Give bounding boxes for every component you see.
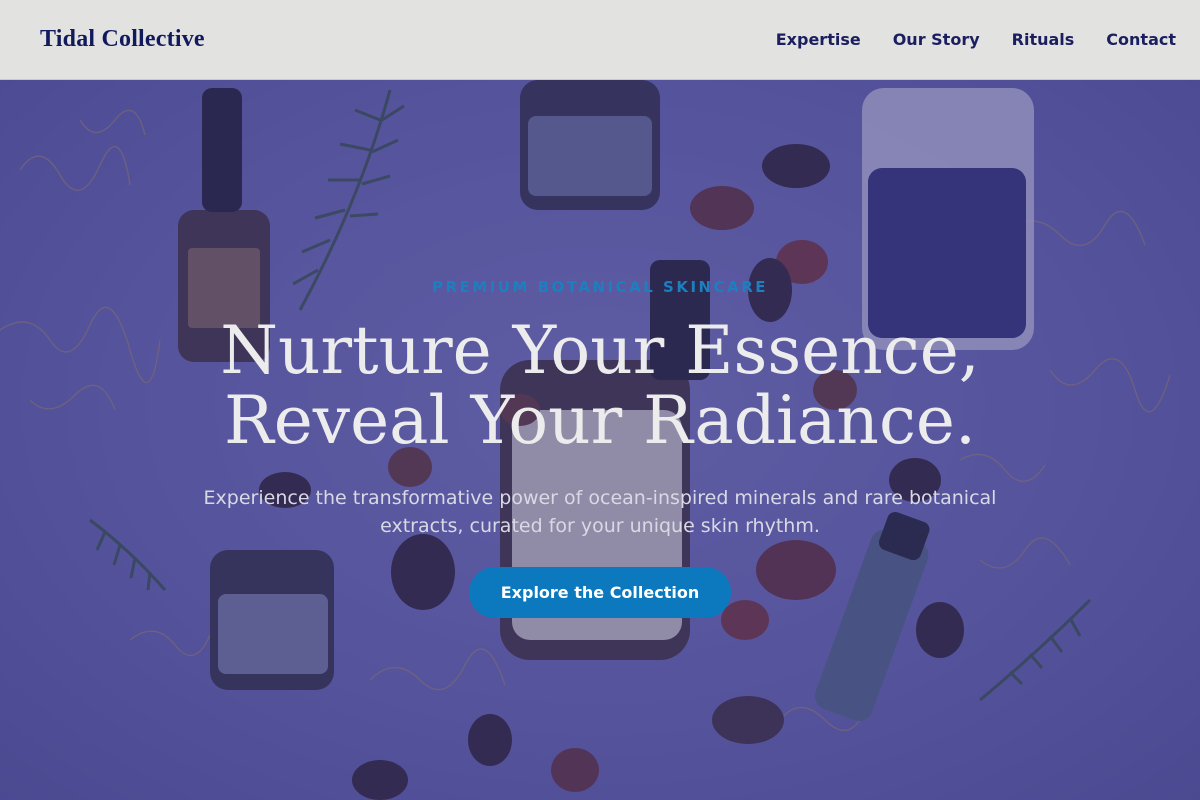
hero-headline-line-2: Reveal Your Radiance. xyxy=(224,382,976,459)
brand-logo[interactable]: Tidal Collective xyxy=(40,26,205,53)
explore-collection-button[interactable]: Explore the Collection xyxy=(469,567,731,618)
hero-subtext: Experience the transformative power of o… xyxy=(203,487,997,537)
site-header: Tidal Collective Expertise Our Story Rit… xyxy=(0,0,1200,80)
main-nav: Expertise Our Story Rituals Contact xyxy=(744,30,1176,49)
hero-content: PREMIUM BOTANICAL SKINCARE Nurture Your … xyxy=(0,80,1200,800)
hero-eyebrow: PREMIUM BOTANICAL SKINCARE xyxy=(432,278,768,296)
nav-link-our-story[interactable]: Our Story xyxy=(893,30,980,49)
hero-headline-line-1: Nurture Your Essence, xyxy=(220,312,980,389)
landing-page: Tidal Collective Expertise Our Story Rit… xyxy=(0,0,1200,800)
nav-link-contact[interactable]: Contact xyxy=(1106,30,1176,49)
nav-link-rituals[interactable]: Rituals xyxy=(1012,30,1075,49)
hero-headline: Nurture Your Essence, Reveal Your Radian… xyxy=(0,316,1200,456)
hero-section: PREMIUM BOTANICAL SKINCARE Nurture Your … xyxy=(0,80,1200,800)
nav-link-expertise[interactable]: Expertise xyxy=(776,30,861,49)
